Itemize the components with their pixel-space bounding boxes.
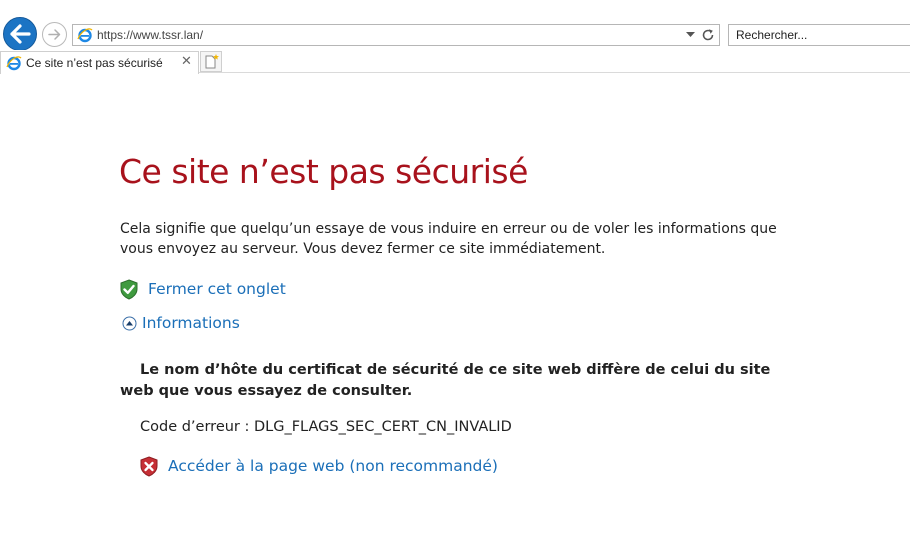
red-shield-x-icon xyxy=(140,455,158,477)
ie-logo-icon xyxy=(77,28,93,43)
tab-title: Ce site n’est pas sécurisé xyxy=(26,56,163,70)
page-title: Ce site n’est pas sécurisé xyxy=(119,152,528,191)
proceed-label[interactable]: Accéder à la page web (non recommandé) xyxy=(168,457,498,475)
green-shield-check-icon xyxy=(120,278,138,300)
back-arrow-icon xyxy=(10,24,31,44)
refresh-icon[interactable] xyxy=(701,28,715,42)
proceed-to-page-link[interactable]: Accéder à la page web (non recommandé) xyxy=(139,454,498,478)
forward-arrow-icon xyxy=(48,29,61,40)
address-bar[interactable]: https://www.tssr.lan/ xyxy=(72,24,720,46)
close-tab-label[interactable]: Fermer cet onglet xyxy=(148,280,286,298)
error-code: Code d’erreur : DLG_FLAGS_SEC_CERT_CN_IN… xyxy=(140,419,512,435)
back-button[interactable] xyxy=(3,17,37,51)
info-label[interactable]: Informations xyxy=(142,314,240,332)
address-dropdown-icon[interactable] xyxy=(686,32,695,38)
ie-logo-icon xyxy=(6,56,22,71)
address-url[interactable]: https://www.tssr.lan/ xyxy=(97,28,203,42)
info-toggle[interactable]: Informations xyxy=(122,314,240,332)
tab-active[interactable]: Ce site n’est pas sécurisé ✕ xyxy=(0,51,199,74)
search-placeholder[interactable]: Rechercher... xyxy=(736,28,807,42)
tab-close-icon[interactable]: ✕ xyxy=(181,54,192,69)
collapse-arrow-icon xyxy=(122,316,137,330)
new-tab-icon xyxy=(205,54,219,69)
browser-toolbar: https://www.tssr.lan/ Rechercher... xyxy=(0,0,910,51)
forward-button[interactable] xyxy=(42,22,67,47)
new-tab-button[interactable] xyxy=(200,51,222,72)
search-box[interactable]: Rechercher... xyxy=(728,24,910,46)
certificate-error-message: Le nom d’hôte du certificat de sécurité … xyxy=(120,362,771,399)
warning-description: Cela signifie que quelqu’un essaye de vo… xyxy=(120,221,777,257)
close-tab-link[interactable]: Fermer cet onglet xyxy=(119,278,286,300)
